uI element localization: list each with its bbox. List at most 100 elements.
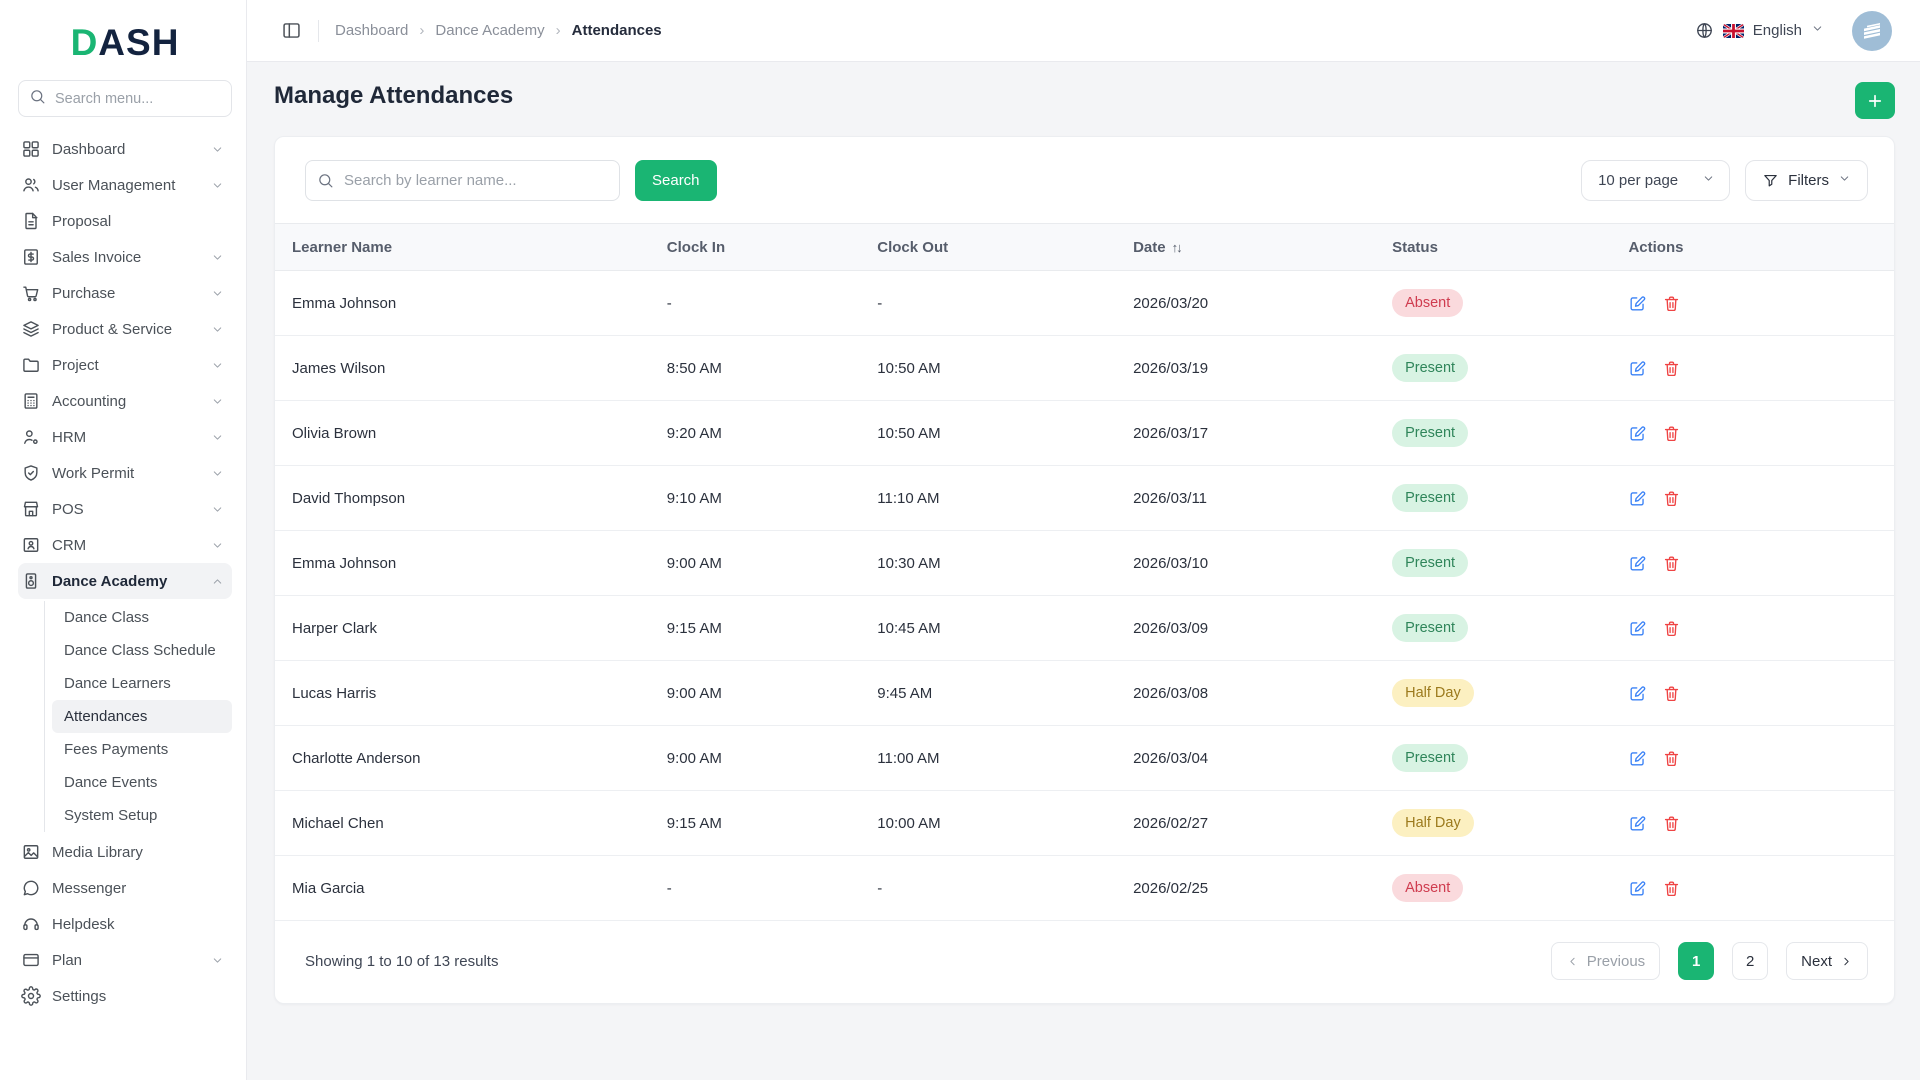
clock-in-cell: 9:20 AM [666,400,878,466]
invoice-icon [21,247,41,267]
chevron-right-icon: › [555,22,561,39]
date-cell: 2026/03/04 [1133,725,1393,791]
submenu-item-label: Fees Payments [64,741,169,758]
edit-button[interactable] [1628,424,1647,443]
sidebar-item-label: HRM [52,428,87,446]
clock-in-cell: - [666,855,878,921]
edit-button[interactable] [1628,814,1647,833]
sidebar-item-dashboard[interactable]: Dashboard [18,131,232,167]
edit-button[interactable] [1628,684,1647,703]
sidebar-item-media-library[interactable]: Media Library [18,834,232,870]
sidebar-item-hrm[interactable]: HRM [18,419,232,455]
delete-button[interactable] [1662,619,1681,638]
attendances-card: Search 10 per page Filters Learner Name … [274,136,1895,1004]
delete-button[interactable] [1662,879,1681,898]
sidebar-item-messenger[interactable]: Messenger [18,870,232,906]
date-cell: 2026/02/27 [1133,790,1393,856]
edit-button[interactable] [1628,554,1647,573]
divider [318,19,319,42]
sidebar-item-label: Accounting [52,392,127,410]
edit-button[interactable] [1628,359,1647,378]
submenu-item-dance-learners[interactable]: Dance Learners [52,667,232,700]
sidebar-item-proposal[interactable]: Proposal [18,203,232,239]
previous-page-button[interactable]: Previous [1550,942,1661,980]
submenu-item-system-setup[interactable]: System Setup [52,799,232,832]
edit-button[interactable] [1628,619,1647,638]
next-page-button[interactable]: Next [1786,942,1868,980]
next-label: Next [1801,952,1832,970]
edit-button[interactable] [1628,749,1647,768]
sidebar-item-settings[interactable]: Settings [18,978,232,1014]
clock-out-cell: 10:00 AM [877,790,1134,856]
page-button-2[interactable]: 2 [1732,942,1769,980]
delete-button[interactable] [1662,554,1681,573]
delete-button[interactable] [1662,359,1681,378]
sidebar-toggle-icon[interactable] [281,20,302,41]
submenu-item-attendances[interactable]: Attendances [52,700,232,733]
avatar[interactable] [1852,10,1892,51]
delete-button[interactable] [1662,489,1681,508]
trash-icon [1665,490,1679,506]
delete-button[interactable] [1662,749,1681,768]
status-badge: Present [1392,744,1469,772]
submenu-item-dance-class-schedule[interactable]: Dance Class Schedule [52,634,232,667]
chevron-up-icon [211,575,224,588]
sidebar-item-sales-invoice[interactable]: Sales Invoice [18,239,232,275]
per-page-select[interactable]: 10 per page [1581,160,1731,201]
chevron-right-icon: › [419,22,425,39]
gear-icon [21,986,41,1006]
breadcrumb-dance-academy[interactable]: Dance Academy [435,22,544,39]
breadcrumb-dashboard[interactable]: Dashboard [335,22,408,39]
sidebar-item-user-management[interactable]: User Management [18,167,232,203]
chevron-down-icon [211,287,224,300]
sidebar-item-dance-academy[interactable]: Dance Academy [18,563,232,599]
learner-name-cell: Lucas Harris [275,660,667,726]
submenu-item-label: Dance Learners [64,675,171,692]
funnel-icon [1764,174,1777,187]
globe-icon [1696,23,1712,38]
sidebar-search-input[interactable] [55,90,221,107]
clock-in-cell: 9:00 AM [666,725,878,791]
search-icon [29,88,46,110]
date-cell: 2026/03/09 [1133,595,1393,661]
submenu-item-dance-class[interactable]: Dance Class [52,601,232,634]
delete-button[interactable] [1662,424,1681,443]
sidebar-item-label: Dance Academy [52,572,168,590]
sort-icon[interactable]: ↑↓ [1172,240,1183,255]
sidebar-item-plan[interactable]: Plan [18,942,232,978]
learner-name-cell: Michael Chen [275,790,667,856]
filters-button[interactable]: Filters [1745,160,1868,201]
sidebar-item-work-permit[interactable]: Work Permit [18,455,232,491]
delete-button[interactable] [1662,814,1681,833]
sidebar-item-helpdesk[interactable]: Helpdesk [18,906,232,942]
edit-icon [1630,425,1646,441]
sidebar-item-crm[interactable]: CRM [18,527,232,563]
delete-button[interactable] [1662,294,1681,313]
sidebar-item-purchase[interactable]: Purchase [18,275,232,311]
sidebar-item-pos[interactable]: POS [18,491,232,527]
edit-button[interactable] [1628,294,1647,313]
submenu-item-fees-payments[interactable]: Fees Payments [52,733,232,766]
folder-icon [21,355,41,375]
sidebar-item-accounting[interactable]: Accounting [18,383,232,419]
learner-search-input[interactable] [305,160,620,201]
chevron-down-icon [1811,22,1824,40]
page-button-1[interactable]: 1 [1678,942,1715,980]
status-badge: Absent [1392,289,1464,317]
sidebar-search [18,80,232,117]
sidebar-item-project[interactable]: Project [18,347,232,383]
layers-icon [21,319,41,339]
submenu-item-dance-events[interactable]: Dance Events [52,766,232,799]
search-button[interactable]: Search [635,160,717,201]
language-selector[interactable]: English [1695,21,1824,40]
edit-button[interactable] [1628,879,1647,898]
trash-icon [1665,880,1679,896]
sidebar-item-product-service[interactable]: Product & Service [18,311,232,347]
delete-button[interactable] [1662,684,1681,703]
column-status: Status [1392,223,1629,271]
attendances-table: Learner Name Clock In Clock Out Date ↑↓ S… [275,223,1894,921]
column-date[interactable]: Date ↑↓ [1133,223,1393,271]
edit-icon [1630,685,1646,701]
edit-button[interactable] [1628,489,1647,508]
add-attendance-button[interactable] [1855,82,1895,119]
